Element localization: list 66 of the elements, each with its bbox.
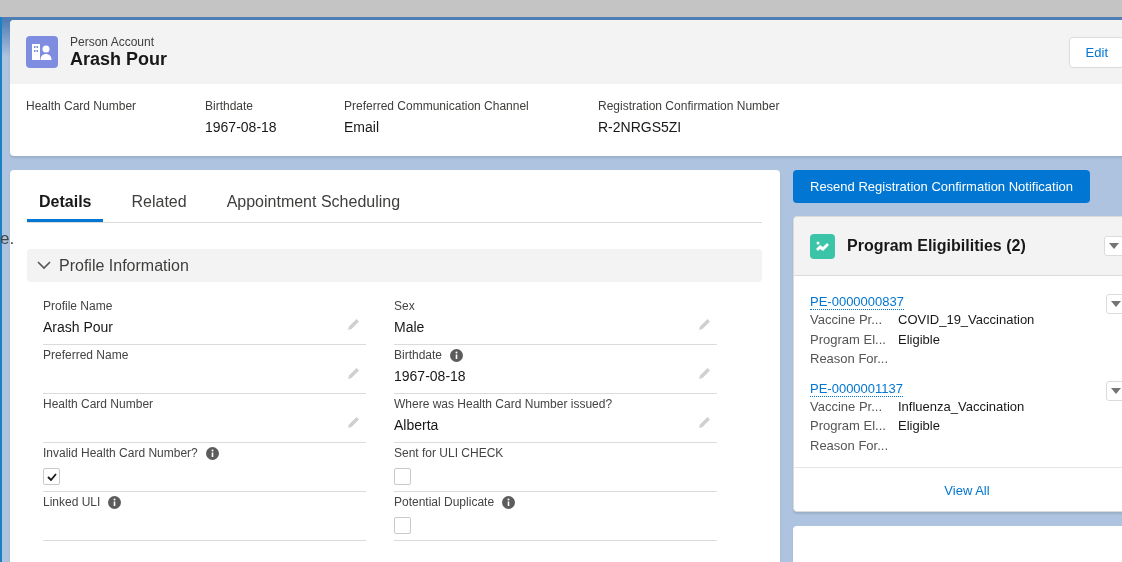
row-menu-button[interactable] xyxy=(1106,294,1122,314)
record-link[interactable]: PE-0000000837 xyxy=(810,294,904,310)
field-label: Vaccine Pr... xyxy=(810,312,883,328)
info-icon xyxy=(108,495,122,509)
person-account-icon xyxy=(26,36,58,68)
pencil-icon[interactable] xyxy=(698,367,711,380)
caret-icon xyxy=(1111,387,1121,394)
field-value: Email xyxy=(344,119,380,135)
tab[interactable]: Related xyxy=(119,193,199,222)
field-label: Reason For... xyxy=(810,437,890,453)
info-icon xyxy=(205,446,219,460)
checkbox[interactable] xyxy=(394,468,411,485)
field-value: Eligible xyxy=(898,331,940,347)
dropdown-button[interactable] xyxy=(1104,236,1122,256)
view-all-link[interactable]: View All xyxy=(794,468,1122,511)
field-value: Arash Pour xyxy=(43,319,114,335)
pencil-icon[interactable] xyxy=(347,416,360,429)
field-label: Where was Health Card Number issued? xyxy=(394,397,613,411)
card-title: Program Eligibilities (2) xyxy=(847,237,1027,255)
program-eligibility-icon xyxy=(810,233,835,259)
section-header[interactable]: Profile Information xyxy=(27,249,762,282)
field-label: Sent for ULI CHECK xyxy=(394,446,504,460)
field-value: R-2NRGS5ZI xyxy=(598,119,683,135)
checkbox[interactable] xyxy=(43,468,60,485)
object-type: Person Account xyxy=(70,34,156,49)
field-label: Preferred Communication Channel xyxy=(344,99,530,113)
field-value: Male xyxy=(394,319,425,335)
field-label: Health Card Number xyxy=(26,99,138,113)
field-value: COVID_19_Vaccination xyxy=(898,312,1035,328)
field-label: Potential Duplicate xyxy=(394,495,495,509)
caret-icon xyxy=(1111,301,1121,307)
resend-notification-button[interactable]: Resend Registration Confirmation Notification xyxy=(793,170,1090,203)
field-label: Reason For... xyxy=(810,351,890,367)
edit-button[interactable]: Edit xyxy=(1068,36,1122,68)
field-label: Invalid Health Card Number? xyxy=(43,446,198,460)
field-label: Program El... xyxy=(810,418,887,434)
caret-icon xyxy=(1109,243,1119,249)
pencil-icon[interactable] xyxy=(698,416,711,429)
field-label: Vaccine Pr... xyxy=(810,398,883,414)
tab[interactable]: Appointment Scheduling xyxy=(214,193,413,222)
info-icon xyxy=(502,495,516,509)
record-link[interactable]: PE-0000001137 xyxy=(810,380,903,397)
checkbox[interactable] xyxy=(394,517,411,534)
tab[interactable]: Details xyxy=(27,193,104,222)
field-value: Eligible xyxy=(898,418,940,434)
chevron-icon xyxy=(37,261,51,270)
field-label: Birthdate xyxy=(394,348,443,362)
field-value: 1967-08-18 xyxy=(394,368,466,384)
field-value: Alberta xyxy=(394,417,439,433)
field-label: Health Card Number xyxy=(43,397,154,411)
field-value: Influenza_Vaccination xyxy=(898,398,1025,414)
row-menu-button[interactable] xyxy=(1106,380,1122,401)
field-label: Sex xyxy=(394,299,415,313)
check-icon xyxy=(46,472,57,481)
pencil-icon[interactable] xyxy=(347,318,360,331)
record-title: Arash Pour xyxy=(70,48,169,70)
field-label: Preferred Name xyxy=(43,348,129,362)
field-label: Birthdate xyxy=(205,99,255,113)
field-label: Profile Name xyxy=(43,299,113,313)
info-icon xyxy=(450,348,464,362)
field-value: 1967-08-18 xyxy=(205,119,278,135)
field-label: Program El... xyxy=(810,331,887,347)
pencil-icon[interactable] xyxy=(698,318,711,331)
pencil-icon[interactable] xyxy=(347,367,360,380)
field-label: Registration Confirmation Number xyxy=(598,99,781,113)
field-label: Linked ULI xyxy=(43,495,101,509)
